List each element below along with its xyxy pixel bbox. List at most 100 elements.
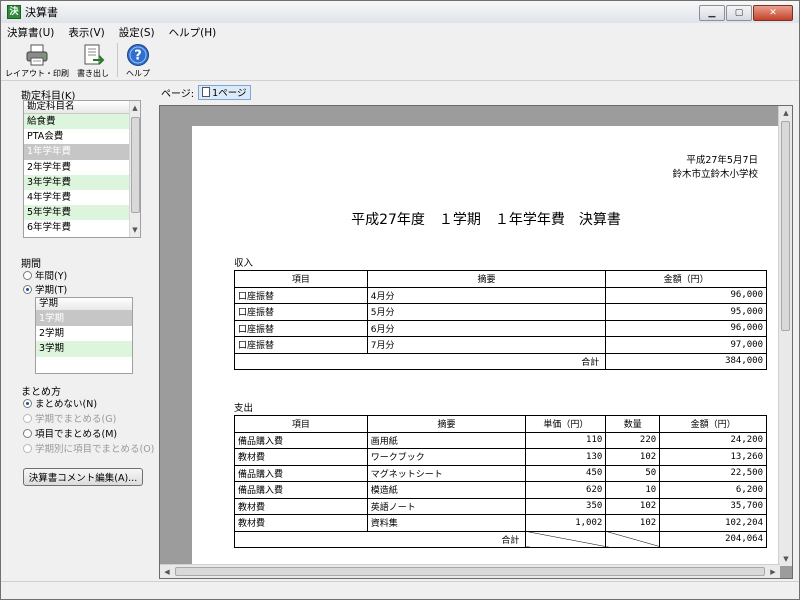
preview-horizontal-scrollbar[interactable]: ◀ ▶: [160, 564, 780, 578]
diagonal-cell: [525, 530, 607, 548]
menu-ketsusansho[interactable]: 決算書(U): [7, 25, 54, 40]
preview-paper: 平成27年5月7日 鈴木市立鈴木小学校 平成27年度 １学期 １年学年費 決算書…: [192, 126, 780, 578]
table-cell: 口座振替: [234, 336, 368, 354]
table-cell: 英語ノート: [366, 497, 527, 515]
accounts-column-header[interactable]: 勘定科目名: [24, 101, 140, 114]
table-cell: 96,000: [605, 286, 767, 304]
scroll-left-icon[interactable]: ◀: [160, 565, 174, 578]
grouping-term-item-radio: 学期別に項目でまとめる(O): [23, 441, 154, 455]
period-yearly-radio[interactable]: 年間(Y): [23, 268, 67, 282]
account-item[interactable]: 5年学年費: [24, 205, 140, 221]
accounts-scrollbar[interactable]: ▲ ▼: [129, 101, 140, 237]
table-row: 教材費 英語ノート 350 102 35,700: [234, 497, 767, 515]
account-item[interactable]: 3年学年費: [24, 174, 140, 190]
toolbar-separator: [117, 43, 118, 77]
total-label: 合計: [233, 352, 607, 370]
table-cell: 102,204: [659, 514, 767, 532]
table-header-row: 項目 摘要 金額（円）: [234, 270, 767, 288]
table-row: 口座振替 5月分 95,000: [234, 303, 767, 321]
column-header: 金額（円）: [605, 270, 767, 288]
title-bar[interactable]: 決 決算書 ▁ ▢ ✕: [1, 1, 799, 23]
table-cell: 7月分: [366, 336, 607, 354]
accounts-listbox[interactable]: 勘定科目名 給食費 PTA会費 1年学年費 2年学年費 3年学年費 4年学年費 …: [23, 100, 141, 238]
export-document-icon: [84, 44, 105, 65]
export-button[interactable]: 書き出し: [77, 41, 109, 79]
page-bar: ページ: 1ページ: [159, 83, 799, 101]
page-label: ページ:: [161, 88, 195, 100]
scroll-down-icon[interactable]: ▼: [779, 552, 792, 566]
menu-help[interactable]: ヘルプ(H): [169, 25, 217, 40]
document-date: 平成27年5月7日: [686, 155, 758, 166]
minimize-button[interactable]: ▁: [699, 5, 725, 21]
table-header-row: 項目 摘要 単価（円） 数量 金額（円）: [234, 415, 767, 433]
radio-selected-icon: [23, 284, 32, 294]
layout-print-button[interactable]: レイアウト・印刷: [5, 41, 69, 79]
maximize-button[interactable]: ▢: [726, 5, 752, 21]
preview-vertical-scrollbar[interactable]: ▲ ▼: [778, 106, 792, 566]
layout-print-label: レイアウト・印刷: [5, 69, 69, 78]
table-cell: 備品購入費: [234, 464, 368, 482]
preview-vscroll-thumb[interactable]: [781, 121, 790, 331]
table-cell: 模造紙: [366, 481, 527, 499]
term-item-selected[interactable]: 1学期: [36, 311, 132, 327]
table-row: 教材費 資料集 1,002 102 102,204: [234, 514, 767, 532]
table-cell: 96,000: [605, 319, 767, 337]
term-item[interactable]: 2学期: [36, 326, 132, 341]
account-item-selected[interactable]: 1年学年費: [24, 144, 140, 160]
column-header: 数量: [605, 415, 661, 433]
diagonal-cell: [605, 530, 661, 548]
column-header: 単価（円）: [525, 415, 607, 433]
close-button[interactable]: ✕: [753, 5, 793, 21]
table-cell: 口座振替: [234, 286, 368, 304]
account-item[interactable]: 給食費: [24, 114, 140, 130]
period-term-radio[interactable]: 学期(T): [23, 282, 67, 296]
table-cell: 13,260: [659, 448, 767, 466]
account-item[interactable]: PTA会費: [24, 129, 140, 144]
grouping-none-radio[interactable]: まとめない(N): [23, 396, 97, 410]
account-item[interactable]: 4年学年費: [24, 190, 140, 205]
status-bar: [1, 581, 799, 599]
help-button[interactable]: ? ヘルプ: [126, 41, 150, 79]
table-cell: 口座振替: [234, 303, 368, 321]
printer-icon: [26, 44, 48, 66]
table-cell: 350: [525, 497, 607, 515]
print-preview[interactable]: 平成27年5月7日 鈴木市立鈴木小学校 平成27年度 １学期 １年学年費 決算書…: [159, 105, 793, 579]
scroll-up-icon[interactable]: ▲: [779, 106, 792, 120]
grouping-term-radio: 学期でまとめる(G): [23, 411, 116, 425]
page-tab[interactable]: 1ページ: [198, 84, 251, 100]
radio-selected-icon: [23, 398, 32, 408]
main-window: 決 決算書 ▁ ▢ ✕ 決算書(U) 表示(V) 設定(S) ヘルプ(H) レイ…: [0, 0, 800, 600]
school-name: 鈴木市立鈴木小学校: [672, 169, 758, 180]
table-cell: 4月分: [366, 286, 607, 304]
column-header: 摘要: [366, 415, 527, 433]
table-cell: 450: [525, 464, 607, 482]
term-item[interactable]: 3学期: [36, 341, 132, 357]
menu-view[interactable]: 表示(V): [68, 25, 104, 40]
page-tab-label: 1ページ: [212, 88, 247, 99]
accounts-scroll-thumb[interactable]: [131, 117, 140, 213]
toolbar: レイアウト・印刷 書き出し ? ヘルプ: [1, 41, 799, 81]
table-cell: 口座振替: [234, 319, 368, 337]
table-cell: 97,000: [605, 336, 767, 354]
grouping-term-item-label: 学期別に項目でまとめる(O): [35, 444, 155, 455]
menu-settings[interactable]: 設定(S): [119, 25, 155, 40]
account-item[interactable]: 2年学年費: [24, 160, 140, 175]
income-label: 収入: [234, 258, 254, 269]
table-cell: 備品購入費: [234, 431, 368, 449]
radio-icon: [23, 413, 32, 423]
menu-bar: 決算書(U) 表示(V) 設定(S) ヘルプ(H): [1, 23, 799, 41]
scroll-down-icon[interactable]: ▼: [128, 223, 140, 237]
scroll-up-icon[interactable]: ▲: [128, 101, 140, 115]
table-cell: 102: [605, 497, 661, 515]
table-cell: 6月分: [366, 319, 607, 337]
scroll-right-icon[interactable]: ▶: [766, 565, 780, 578]
account-item[interactable]: 6年学年費: [24, 220, 140, 235]
page-document-icon: [202, 87, 211, 97]
document-title: 平成27年度 １学期 １年学年費 決算書: [351, 212, 621, 228]
preview-hscroll-thumb[interactable]: [175, 567, 765, 576]
term-column-header[interactable]: 学期: [36, 298, 132, 311]
edit-comment-button[interactable]: 決算書コメント編集(A)...: [23, 468, 143, 486]
term-listbox[interactable]: 学期 1学期 2学期 3学期: [35, 297, 133, 374]
help-label: ヘルプ: [126, 69, 150, 78]
grouping-item-radio[interactable]: 項目でまとめる(M): [23, 426, 117, 440]
